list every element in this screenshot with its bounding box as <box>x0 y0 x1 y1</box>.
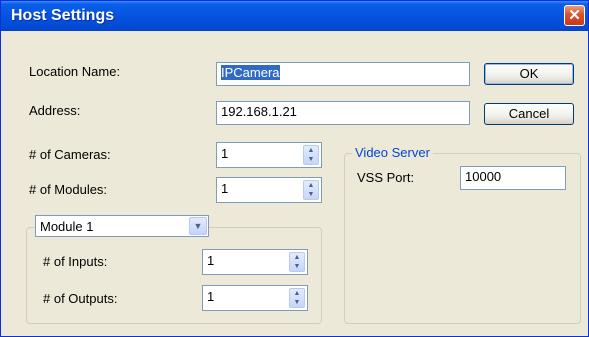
cameras-label: # of Cameras: <box>29 147 111 162</box>
video-server-legend: Video Server <box>352 145 433 160</box>
spin-up-icon[interactable]: ▲ <box>304 146 318 155</box>
cameras-spinner[interactable]: 1 ▲ ▼ <box>216 142 322 168</box>
modules-value: 1 <box>221 181 229 196</box>
module-select-value: Module 1 <box>40 219 94 234</box>
location-name-value: IPCamera <box>221 65 280 80</box>
location-name-input[interactable]: IPCamera <box>216 62 470 86</box>
spin-up-icon[interactable]: ▲ <box>290 289 304 298</box>
spin-up-icon[interactable]: ▲ <box>304 181 318 190</box>
outputs-spinner[interactable]: 1 ▲ ▼ <box>202 285 308 311</box>
title-bar[interactable]: Host Settings ✕ <box>1 1 588 31</box>
outputs-value: 1 <box>207 289 215 304</box>
spin-down-icon[interactable]: ▼ <box>304 155 318 164</box>
modules-spinner[interactable]: 1 ▲ ▼ <box>216 177 322 203</box>
close-button[interactable]: ✕ <box>564 5 585 26</box>
close-icon: ✕ <box>568 7 581 24</box>
address-input[interactable]: 192.168.1.21 <box>216 101 470 125</box>
modules-spin-buttons[interactable]: ▲ ▼ <box>303 180 319 200</box>
address-label: Address: <box>29 103 81 118</box>
spin-down-icon[interactable]: ▼ <box>290 298 304 307</box>
cameras-spin-buttons[interactable]: ▲ ▼ <box>303 145 319 165</box>
cameras-value: 1 <box>221 146 229 161</box>
outputs-label: # of Outputs: <box>43 291 118 306</box>
vss-port-label: VSS Port: <box>357 170 415 185</box>
vss-port-value: 10000 <box>465 169 502 184</box>
outputs-spin-buttons[interactable]: ▲ ▼ <box>289 288 305 308</box>
modules-label: # of Modules: <box>29 182 108 197</box>
inputs-label: # of Inputs: <box>43 254 108 269</box>
location-name-label: Location Name: <box>29 64 121 79</box>
window-title: Host Settings <box>11 7 115 24</box>
ok-button[interactable]: OK <box>484 63 574 85</box>
inputs-value: 1 <box>207 253 215 268</box>
host-settings-dialog: Host Settings ✕ Location Name: IPCamera … <box>0 0 589 337</box>
module-select[interactable]: Module 1 ▼ <box>35 215 209 237</box>
vss-port-input[interactable]: 10000 <box>460 166 566 190</box>
address-value: 192.168.1.21 <box>221 104 297 119</box>
spin-up-icon[interactable]: ▲ <box>290 253 304 262</box>
spin-down-icon[interactable]: ▼ <box>304 190 318 199</box>
module-select-dropdown-button[interactable]: ▼ <box>189 217 207 235</box>
cancel-button[interactable]: Cancel <box>484 103 574 125</box>
spin-down-icon[interactable]: ▼ <box>290 262 304 271</box>
inputs-spin-buttons[interactable]: ▲ ▼ <box>289 252 305 272</box>
chevron-down-icon: ▼ <box>193 221 203 231</box>
inputs-spinner[interactable]: 1 ▲ ▼ <box>202 249 308 275</box>
